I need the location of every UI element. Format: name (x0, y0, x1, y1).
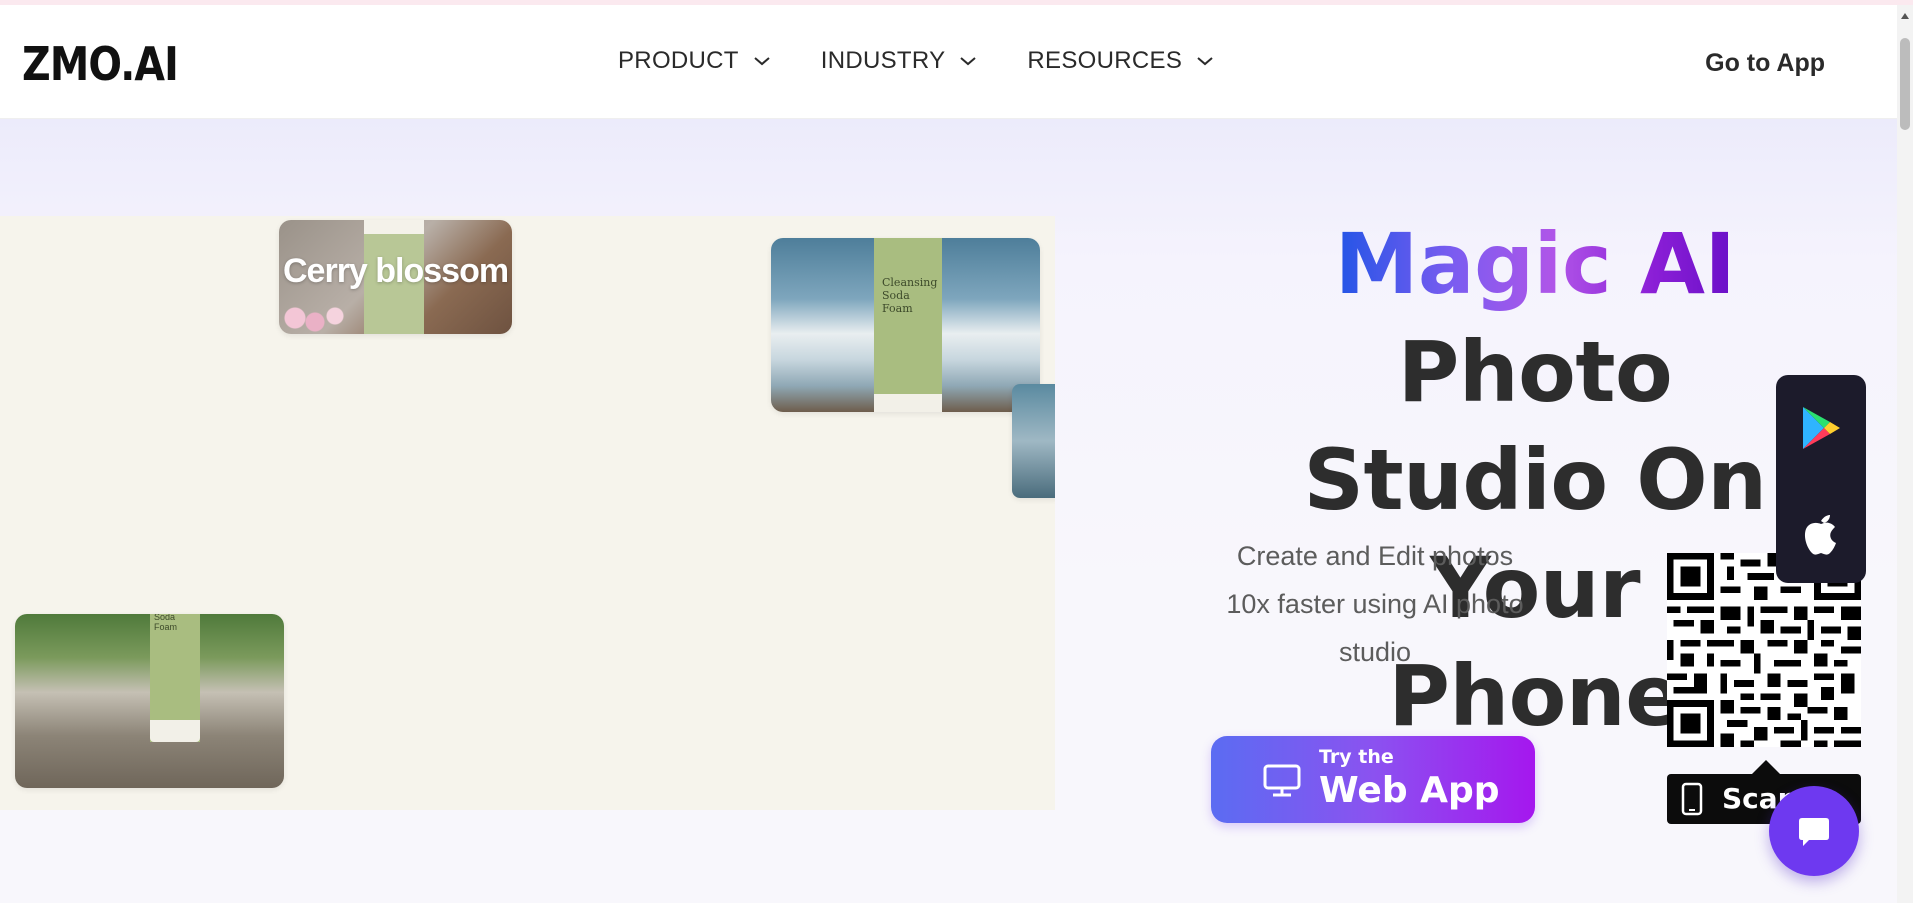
site-header: ZMO.AI PRODUCT INDUSTRY RESOURCES Go to … (0, 5, 1897, 119)
chevron-down-icon (1197, 57, 1213, 66)
scroll-up-arrow-icon[interactable] (1901, 13, 1909, 19)
chevron-down-icon (754, 57, 770, 66)
apple-icon[interactable] (1800, 507, 1842, 557)
desktop-icon (1263, 764, 1301, 797)
web-app-button-small-label: Try the (1319, 746, 1394, 768)
nav-item-resources[interactable]: RESOURCES (1027, 47, 1214, 75)
chat-icon (1799, 818, 1829, 846)
product-gallery: Cerry blossom mixsoon Cleansing Soda Foa… (0, 216, 1055, 810)
hero-subtitle: Create and Edit photos 10x faster using … (1200, 532, 1550, 676)
product-tube-image: Cleansing Soda Foam (874, 238, 942, 412)
hero-subtitle-line: Create and Edit photos (1236, 541, 1514, 571)
go-to-app-link[interactable]: Go to App (1705, 49, 1825, 78)
scrollbar-thumb[interactable] (1900, 38, 1910, 130)
nav-item-label: PRODUCT (618, 47, 739, 74)
nav-item-product[interactable]: PRODUCT (618, 47, 771, 75)
try-web-app-button[interactable]: Try the Web App (1211, 736, 1535, 823)
hero-subtitle-line: studio (1338, 637, 1412, 667)
main-nav: PRODUCT INDUSTRY RESOURCES (618, 47, 1264, 75)
cherry-flowers-image (279, 294, 359, 334)
google-play-icon[interactable] (1800, 405, 1842, 451)
web-app-button-label: Web App (1319, 770, 1500, 811)
product-label-text: Soda Foam (154, 614, 178, 632)
chat-launcher-button[interactable] (1769, 786, 1859, 876)
nav-item-label: RESOURCES (1027, 47, 1183, 74)
product-tube-image: Soda Foam (150, 614, 200, 742)
gallery-card-ocean: mixsoon Cleansing Soda Foam (771, 238, 1040, 412)
nav-item-industry[interactable]: INDUSTRY (821, 47, 978, 75)
chevron-down-icon (960, 57, 977, 66)
hero-title-highlight: Magic AI (1334, 215, 1736, 313)
phone-icon (1681, 782, 1703, 816)
site-logo[interactable]: ZMO.AI (22, 37, 179, 91)
product-label-text: Cleansing Soda Foam (882, 276, 938, 315)
gallery-card-caption: Cerry blossom (283, 252, 509, 290)
hero-subtitle-line: 10x faster using AI photo (1226, 589, 1524, 619)
hero-title-part: Photo (1397, 323, 1673, 421)
gallery-card-wood: Soda Foam (15, 614, 284, 788)
page-scrollbar[interactable] (1897, 5, 1913, 903)
gallery-card-cherry-blossom: Cerry blossom (279, 220, 512, 334)
nav-item-label: INDUSTRY (820, 47, 946, 74)
gallery-card-partial (1012, 384, 1055, 498)
app-store-panel (1776, 375, 1866, 583)
